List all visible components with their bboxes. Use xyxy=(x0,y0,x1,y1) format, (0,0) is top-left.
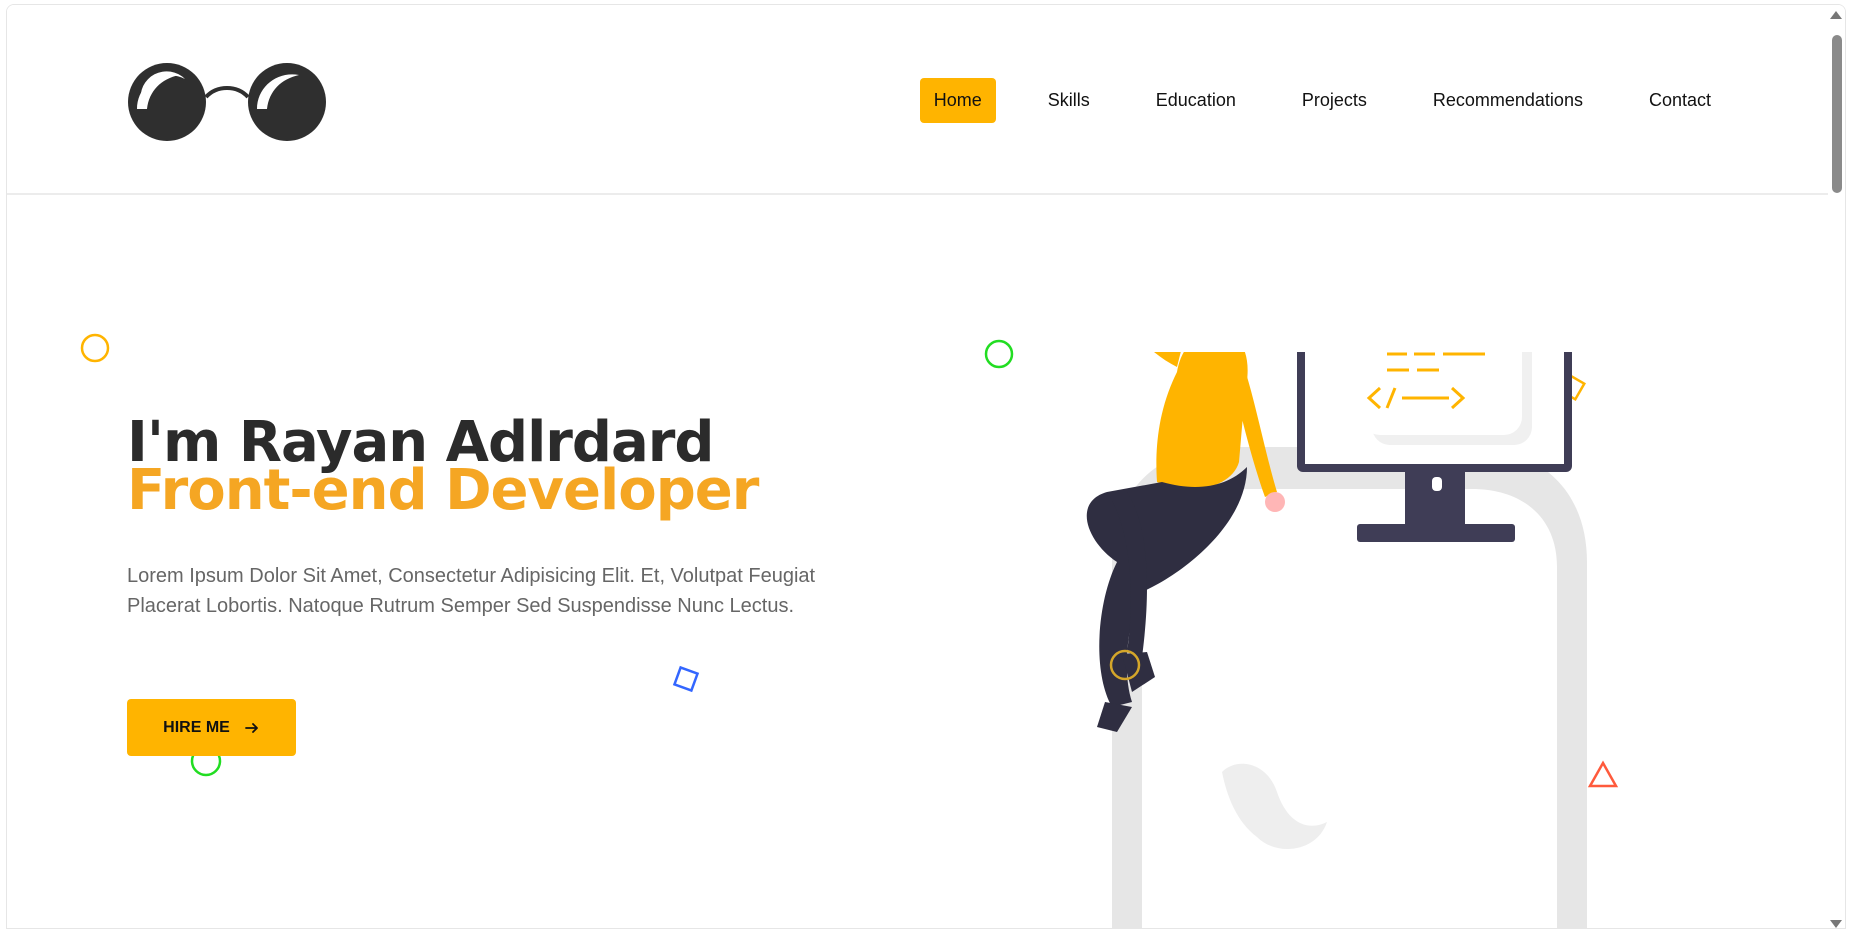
hero-subtitle: Front-end Developer xyxy=(127,458,759,523)
browser-viewport: Home Skills Education Projects Recommend… xyxy=(6,4,1846,929)
blue-square-decoration xyxy=(672,665,700,693)
hire-me-label: HIRE ME xyxy=(163,718,230,736)
round-glasses-icon xyxy=(128,63,326,141)
yellow-circle-decoration xyxy=(80,333,110,363)
hero-section: I'm Rayan Adlrdard Front-end Developer L… xyxy=(7,197,1845,928)
vertical-scrollbar[interactable] xyxy=(1828,5,1845,928)
hero-description: Lorem Ipsum Dolor Sit Amet, Consectetur … xyxy=(127,565,816,617)
hire-me-button[interactable]: HIRE ME xyxy=(127,699,296,756)
nav-projects[interactable]: Projects xyxy=(1288,78,1381,123)
site-header: Home Skills Education Projects Recommend… xyxy=(7,5,1845,195)
nav-recommendations[interactable]: Recommendations xyxy=(1419,78,1597,123)
developer-illustration xyxy=(1086,352,1587,928)
arrow-right-icon xyxy=(244,722,258,733)
nav-education[interactable]: Education xyxy=(1142,78,1250,123)
scroll-thumb[interactable] xyxy=(1832,35,1842,193)
scroll-down-icon[interactable] xyxy=(1830,920,1842,928)
nav-skills[interactable]: Skills xyxy=(1034,78,1104,123)
scroll-up-icon[interactable] xyxy=(1830,11,1842,19)
site-logo[interactable] xyxy=(127,57,327,147)
nav-home[interactable]: Home xyxy=(919,78,996,123)
nav-contact[interactable]: Contact xyxy=(1635,78,1725,123)
main-nav: Home Skills Education Projects Recommend… xyxy=(882,78,1725,123)
